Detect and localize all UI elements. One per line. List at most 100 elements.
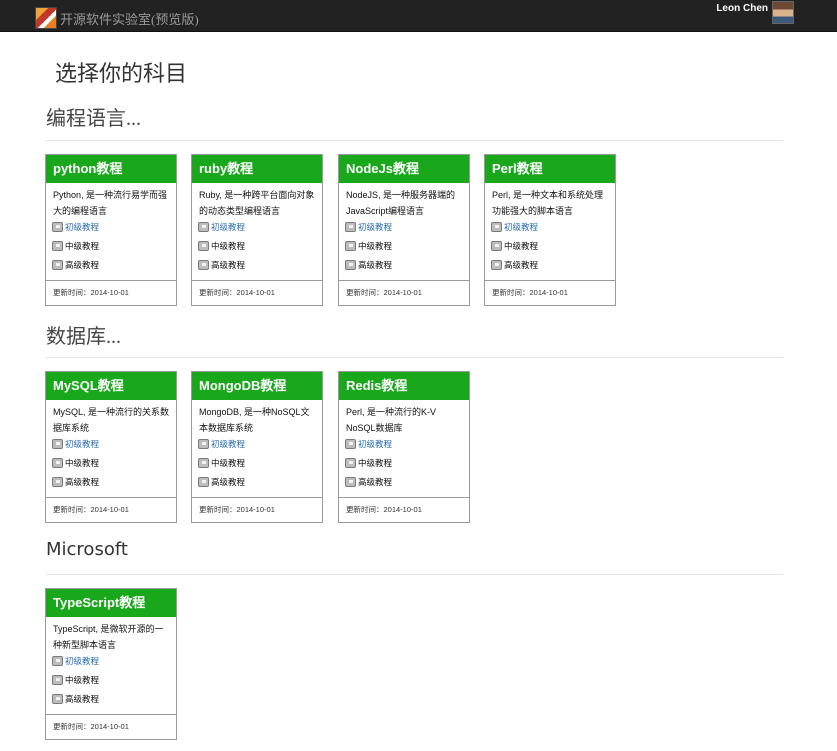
lab-logo-icon <box>35 7 57 29</box>
course-card-python: python教程 Python, 是一种流行易学而强大的编程语言 初级教程 中级… <box>45 154 177 306</box>
section-title-database: 数据库... <box>46 326 121 348</box>
book-icon <box>198 476 209 487</box>
book-icon <box>52 438 63 449</box>
level-item-intermediate: 中级教程 <box>491 236 615 255</box>
level-item-intermediate: 中级教程 <box>345 236 469 255</box>
level-link-beginner[interactable]: 初级教程 <box>345 434 469 453</box>
course-card-mysql: MySQL教程 MySQL, 是一种流行的关系数据库系统 初级教程 中级教程 高… <box>45 371 177 523</box>
book-icon <box>491 259 502 270</box>
brand-link[interactable]: 开源软件实验室(预览版) <box>35 7 199 29</box>
card-updated-date: 更新时间：2014-10-01 <box>339 280 469 305</box>
level-item-advanced: 高级教程 <box>52 255 176 274</box>
book-icon <box>345 240 356 251</box>
level-label: 高级教程 <box>358 259 393 270</box>
course-card-mongodb: MongoDB教程 MongoDB, 是一种NoSQL文本数据库系统 初级教程 … <box>191 371 323 523</box>
level-item-intermediate: 中级教程 <box>52 453 176 472</box>
level-item-advanced: 高级教程 <box>198 255 322 274</box>
level-item-advanced: 高级教程 <box>198 472 322 491</box>
book-icon <box>52 259 63 270</box>
level-item-advanced: 高级教程 <box>491 255 615 274</box>
book-icon <box>345 221 356 232</box>
book-icon <box>198 438 209 449</box>
level-label: 初级教程 <box>358 438 393 449</box>
level-label: 初级教程 <box>211 221 246 232</box>
card-title[interactable]: MySQL教程 <box>46 372 176 400</box>
card-description: Perl, 是一种文本和系统处理功能强大的脚本语言 <box>492 190 604 216</box>
card-title[interactable]: ruby教程 <box>192 155 322 183</box>
book-icon <box>52 221 63 232</box>
section-title-programming: 编程语言... <box>46 108 141 130</box>
book-icon <box>198 259 209 270</box>
level-label: 中级教程 <box>211 240 246 251</box>
card-title[interactable]: Redis教程 <box>339 372 469 400</box>
user-menu[interactable]: Leon Chen <box>716 1 794 24</box>
book-icon <box>52 655 63 666</box>
level-label: 中级教程 <box>358 240 393 251</box>
level-link-beginner[interactable]: 初级教程 <box>491 217 615 236</box>
book-icon <box>52 693 63 704</box>
book-icon <box>198 457 209 468</box>
book-icon <box>52 457 63 468</box>
level-label: 高级教程 <box>211 476 246 487</box>
level-label: 初级教程 <box>211 438 246 449</box>
level-link-beginner[interactable]: 初级教程 <box>345 217 469 236</box>
card-updated-date: 更新时间：2014-10-01 <box>46 497 176 522</box>
level-label: 高级教程 <box>358 476 393 487</box>
level-link-beginner[interactable]: 初级教程 <box>198 217 322 236</box>
level-label: 初级教程 <box>358 221 393 232</box>
card-title[interactable]: NodeJs教程 <box>339 155 469 183</box>
level-item-advanced: 高级教程 <box>52 689 176 708</box>
level-label: 高级教程 <box>211 259 246 270</box>
section-divider <box>46 574 783 575</box>
course-card-ruby: ruby教程 Ruby, 是一种跨平台面向对象的动态类型编程语言 初级教程 中级… <box>191 154 323 306</box>
book-icon <box>198 240 209 251</box>
book-icon <box>52 674 63 685</box>
course-card-perl: Perl教程 Perl, 是一种文本和系统处理功能强大的脚本语言 初级教程 中级… <box>484 154 616 306</box>
card-updated-date: 更新时间：2014-10-01 <box>485 280 615 305</box>
brand-title: 开源软件实验室(预览版) <box>60 11 199 27</box>
level-link-beginner[interactable]: 初级教程 <box>52 434 176 453</box>
level-label: 中级教程 <box>65 674 100 685</box>
level-label: 高级教程 <box>504 259 539 270</box>
level-label: 高级教程 <box>65 259 100 270</box>
level-label: 中级教程 <box>65 457 100 468</box>
level-label: 高级教程 <box>65 476 100 487</box>
level-label: 中级教程 <box>211 457 246 468</box>
level-item-advanced: 高级教程 <box>345 255 469 274</box>
card-description: Python, 是一种流行易学而强大的编程语言 <box>53 190 168 216</box>
page-title: 选择你的科目 <box>55 62 188 87</box>
section-divider <box>46 140 783 141</box>
card-description: Ruby, 是一种跨平台面向对象的动态类型编程语言 <box>199 190 315 216</box>
level-link-beginner[interactable]: 初级教程 <box>198 434 322 453</box>
card-updated-date: 更新时间：2014-10-01 <box>192 497 322 522</box>
book-icon <box>198 221 209 232</box>
card-title[interactable]: TypeScript教程 <box>46 589 176 617</box>
card-updated-date: 更新时间：2014-10-01 <box>46 714 176 739</box>
book-icon <box>345 259 356 270</box>
card-title[interactable]: python教程 <box>46 155 176 183</box>
level-item-advanced: 高级教程 <box>52 472 176 491</box>
level-label: 高级教程 <box>65 693 100 704</box>
card-description: TypeScript, 是微软开源的一种新型脚本语言 <box>53 624 164 650</box>
book-icon <box>52 240 63 251</box>
card-description: Perl, 是一种流行的K-V NoSQL数据库 <box>346 407 437 433</box>
course-card-nodejs: NodeJs教程 NodeJS, 是一种服务器端的JavaScript编程语言 … <box>338 154 470 306</box>
level-link-beginner[interactable]: 初级教程 <box>52 217 176 236</box>
level-label: 中级教程 <box>358 457 393 468</box>
card-updated-date: 更新时间：2014-10-01 <box>192 280 322 305</box>
level-label: 初级教程 <box>504 221 539 232</box>
level-item-intermediate: 中级教程 <box>198 236 322 255</box>
level-link-beginner[interactable]: 初级教程 <box>52 651 176 670</box>
section-title-microsoft: Microsoft <box>46 539 128 560</box>
card-title[interactable]: MongoDB教程 <box>192 372 322 400</box>
course-card-typescript: TypeScript教程 TypeScript, 是微软开源的一种新型脚本语言 … <box>45 588 177 740</box>
course-card-redis: Redis教程 Perl, 是一种流行的K-V NoSQL数据库 初级教程 中级… <box>338 371 470 523</box>
level-label: 初级教程 <box>65 438 100 449</box>
book-icon <box>345 438 356 449</box>
card-updated-date: 更新时间：2014-10-01 <box>339 497 469 522</box>
card-title[interactable]: Perl教程 <box>485 155 615 183</box>
level-label: 初级教程 <box>65 221 100 232</box>
avatar[interactable] <box>772 1 794 24</box>
level-item-advanced: 高级教程 <box>345 472 469 491</box>
book-icon <box>52 476 63 487</box>
